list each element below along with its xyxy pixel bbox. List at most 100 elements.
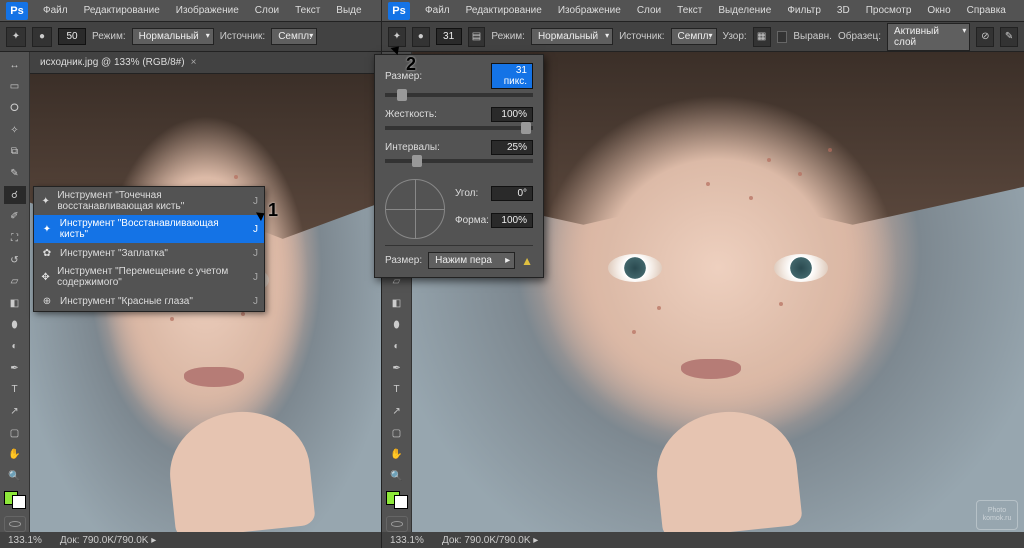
doc-size: 790.0K/790.0K (464, 535, 530, 546)
tool-stamp[interactable]: ⛶ (4, 229, 26, 248)
tool-eraser[interactable]: ▱ (4, 272, 26, 291)
doc-size-label: Док: (442, 535, 462, 546)
menu-type[interactable]: Текст (670, 2, 709, 19)
menu-file[interactable]: Файл (418, 2, 457, 19)
brush-panel-icon[interactable]: ▤ (468, 27, 486, 47)
tool-blur[interactable]: ⬮ (4, 316, 26, 335)
size-slider[interactable] (385, 93, 533, 97)
tool-zoom[interactable]: 🔍 (4, 467, 26, 486)
menu-select[interactable]: Выде (329, 2, 368, 19)
brush-size-value[interactable]: 50 (58, 28, 86, 45)
tab-bar: исходник.jpg @ 133% (RGB/8#) × (30, 52, 381, 74)
spacing-slider[interactable] (385, 159, 533, 163)
tool-brush[interactable]: ✐ (4, 207, 26, 226)
flyout-item-label: Инструмент "Заплатка" (60, 248, 168, 259)
source-select[interactable]: Семпл. (271, 28, 317, 45)
color-swatches[interactable] (386, 491, 408, 510)
flyout-red-eye[interactable]: ⊕Инструмент "Красные глаза"J (34, 291, 264, 311)
close-icon[interactable]: × (191, 57, 197, 68)
quick-mask-icon[interactable] (386, 516, 408, 532)
tool-pen[interactable]: ✒ (386, 359, 408, 378)
aligned-checkbox[interactable] (777, 31, 788, 43)
menu-layer[interactable]: Слои (248, 2, 286, 19)
brush-preview-icon[interactable]: ● (32, 27, 52, 47)
zoom-level[interactable]: 133.1% (390, 535, 424, 546)
menu-filter[interactable]: Фильтр (780, 2, 828, 19)
redeye-icon: ⊕ (40, 294, 54, 308)
watermark: Photo komok.ru (976, 500, 1018, 530)
tool-strip: ↔ ▭ ⵔ ✧ ⧉ ✎ ☌ ✐ ⛶ ↺ ▱ ◧ ⬮ ◐ ✒ T ↗ ▢ ✋ 🔍 (0, 52, 30, 532)
hardness-slider[interactable] (385, 126, 533, 130)
bandage-icon: ✦ (40, 194, 51, 208)
menu-image[interactable]: Изображение (551, 2, 628, 19)
tool-dodge[interactable]: ◐ (386, 337, 408, 356)
menu-edit[interactable]: Редактирование (77, 2, 167, 19)
tool-type[interactable]: T (4, 381, 26, 400)
menu-select[interactable]: Выделение (711, 2, 778, 19)
tool-dodge[interactable]: ◐ (4, 337, 26, 356)
spacing-field[interactable]: 25% (491, 140, 533, 155)
tool-shape[interactable]: ▢ (4, 424, 26, 443)
tool-path[interactable]: ↗ (4, 402, 26, 421)
flyout-healing-brush[interactable]: ✦Инструмент "Восстанавливающая кисть"J (34, 215, 264, 243)
menubar: Ps Файл Редактирование Изображение Слои … (0, 0, 381, 22)
flyout-spot-healing[interactable]: ✦Инструмент "Точечная восстанавливающая … (34, 187, 264, 215)
zoom-level[interactable]: 133.1% (8, 535, 42, 546)
tool-shape[interactable]: ▢ (386, 424, 408, 443)
hardness-label: Жесткость: (385, 109, 437, 120)
document-tab[interactable]: исходник.jpg @ 133% (RGB/8#) × (30, 54, 206, 71)
menu-3d[interactable]: 3D (830, 2, 857, 19)
hardness-field[interactable]: 100% (491, 107, 533, 122)
annotation-2: 2 (406, 54, 416, 75)
menu-help[interactable]: Справка (960, 2, 1013, 19)
flyout-patch[interactable]: ✿Инструмент "Заплатка"J (34, 243, 264, 263)
tool-preset-icon[interactable]: ✦ (6, 27, 26, 47)
menu-image[interactable]: Изображение (169, 2, 246, 19)
tool-pen[interactable]: ✒ (4, 359, 26, 378)
tool-lasso[interactable]: ⵔ (4, 99, 26, 118)
color-swatches[interactable] (4, 491, 26, 510)
size-mode-select[interactable]: Нажим пера (428, 252, 515, 269)
menu-edit[interactable]: Редактирование (459, 2, 549, 19)
tool-gradient[interactable]: ◧ (386, 294, 408, 313)
tool-zoom[interactable]: 🔍 (386, 467, 408, 486)
tool-type[interactable]: T (386, 381, 408, 400)
menu-type[interactable]: Текст (288, 2, 327, 19)
source-select[interactable]: Семпл. (671, 28, 717, 45)
tool-gradient[interactable]: ◧ (4, 294, 26, 313)
roundness-field[interactable]: 100% (491, 213, 533, 228)
pressure-size-icon[interactable]: ✎ (1000, 27, 1018, 47)
tool-crop[interactable]: ⧉ (4, 143, 26, 162)
menu-layer[interactable]: Слои (630, 2, 668, 19)
tool-eyedropper[interactable]: ✎ (4, 164, 26, 183)
menu-window[interactable]: Окно (920, 2, 957, 19)
brush-size-value[interactable]: 31 (436, 28, 462, 45)
sample-select[interactable]: Активный слой (887, 23, 970, 51)
tool-path[interactable]: ↗ (386, 402, 408, 421)
tool-healing[interactable]: ☌ (4, 186, 26, 205)
tool-marquee[interactable]: ▭ (4, 78, 26, 97)
ignore-adj-icon[interactable]: ⊘ (976, 27, 994, 47)
tool-blur[interactable]: ⬮ (386, 316, 408, 335)
size-field[interactable]: 31 пикс. (491, 63, 533, 89)
flyout-content-aware-move[interactable]: ✥Инструмент "Перемещение с учетом содерж… (34, 263, 264, 291)
shortcut-label: J (253, 296, 258, 307)
menu-file[interactable]: Файл (36, 2, 75, 19)
menubar: Ps Файл Редактирование Изображение Слои … (382, 0, 1024, 22)
shortcut-label: J (253, 272, 258, 283)
mode-label: Режим: (92, 31, 126, 42)
angle-widget[interactable] (385, 179, 445, 239)
tool-hand[interactable]: ✋ (4, 446, 26, 465)
tool-history-brush[interactable]: ↺ (4, 251, 26, 270)
tool-wand[interactable]: ✧ (4, 121, 26, 140)
angle-field[interactable]: 0° (491, 186, 533, 201)
menu-view[interactable]: Просмотр (859, 2, 919, 19)
brush-preview-icon[interactable]: ● (412, 27, 430, 47)
tool-move[interactable]: ↔ (4, 56, 26, 75)
shortcut-label: J (253, 224, 258, 235)
quick-mask-icon[interactable] (4, 516, 26, 532)
tool-hand[interactable]: ✋ (386, 446, 408, 465)
mode-select[interactable]: Нормальный (132, 28, 214, 45)
mode-select[interactable]: Нормальный (531, 28, 613, 45)
pattern-swatch[interactable]: ▦ (753, 27, 771, 47)
